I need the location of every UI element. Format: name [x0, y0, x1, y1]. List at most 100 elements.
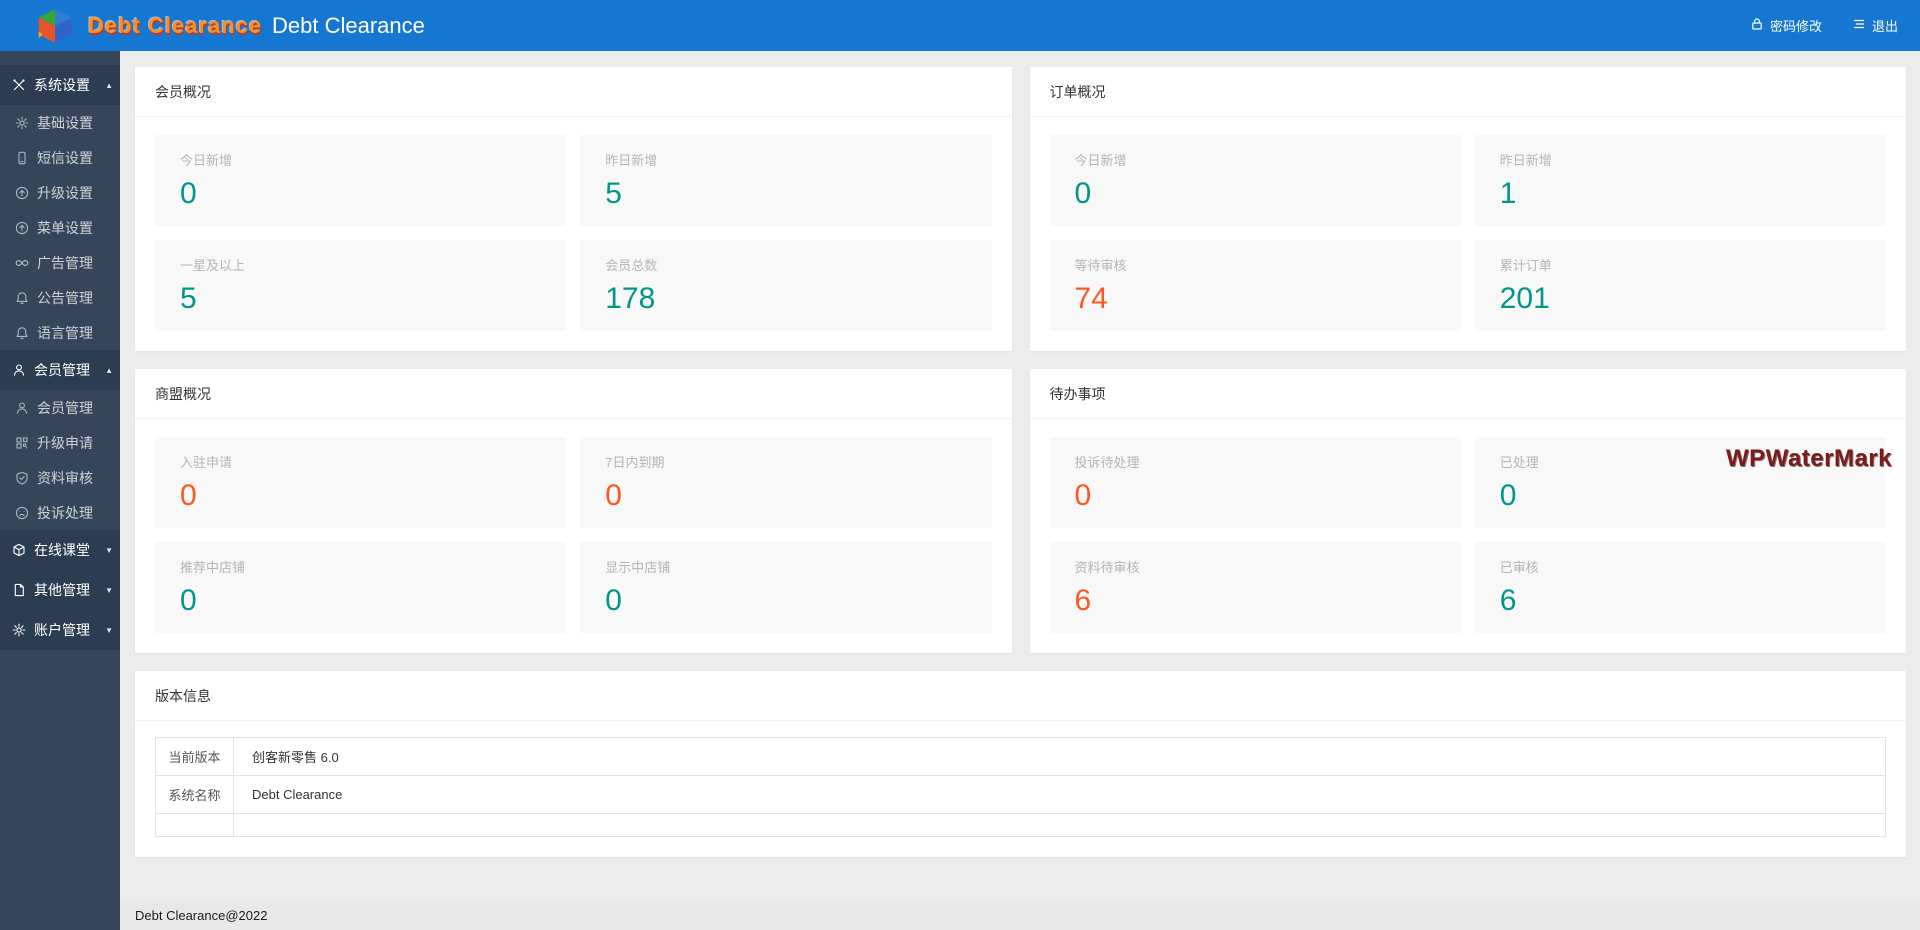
sidebar-item-profile-review[interactable]: 资料审核 [0, 460, 120, 495]
sidebar-item-ad-management[interactable]: 广告管理 [0, 245, 120, 280]
stat-tile: 推荐中店铺 0 [155, 542, 566, 633]
stat-value: 5 [180, 282, 541, 315]
sidebar-item-label: 资料审核 [37, 468, 93, 488]
grid-icon [15, 436, 29, 450]
sidebar-item-language-management[interactable]: 语言管理 [0, 315, 120, 350]
stat-value: 178 [605, 282, 966, 315]
admin-dashboard-page: Debt Clearance Debt Clearance 密码修改 退出 系统… [0, 0, 1920, 930]
stat-value: 0 [180, 479, 541, 512]
card-title: 版本信息 [135, 671, 1906, 721]
sidebar-item-menu-settings[interactable]: 菜单设置 [0, 210, 120, 245]
change-password-button[interactable]: 密码修改 [1750, 16, 1822, 35]
sidebar-item-label: 短信设置 [37, 148, 93, 168]
arrow-up-circle-icon [15, 221, 29, 235]
version-row-value [234, 814, 1886, 837]
app-logo-cube-icon [36, 7, 74, 45]
overview-cards-row-1: 会员概况 今日新增 0 昨日新增 5 一星及以上 5 会员总 [135, 67, 1906, 351]
stat-label: 昨日新增 [605, 150, 966, 169]
stat-value: 0 [1075, 177, 1436, 210]
sidebar-item-upgrade-settings[interactable]: 升级设置 [0, 175, 120, 210]
sidebar-item-complaint-handling[interactable]: 投诉处理 [0, 495, 120, 530]
card-body: 今日新增 0 昨日新增 5 一星及以上 5 会员总数 178 [135, 117, 1012, 351]
stat-label: 入驻申请 [180, 452, 541, 471]
sidebar-item-label: 菜单设置 [37, 218, 93, 238]
stat-tile: 累计订单 201 [1475, 240, 1886, 331]
sidebar-item-announcement-management[interactable]: 公告管理 [0, 280, 120, 315]
sidebar-section-label: 会员管理 [34, 360, 90, 380]
stat-value: 0 [180, 177, 541, 210]
sidebar-item-basic-settings[interactable]: 基础设置 [0, 105, 120, 140]
version-table-wrapper: 当前版本 创客新零售 6.0 系统名称 Debt Clearance [135, 721, 1906, 857]
stat-value: 6 [1500, 584, 1861, 617]
sidebar-section-system-settings[interactable]: 系统设置 ▲ [0, 65, 120, 105]
footer: Debt Clearance@2022 [120, 900, 1920, 930]
sidebar-item-label: 公告管理 [37, 288, 93, 308]
stat-label: 今日新增 [1075, 150, 1436, 169]
lock-icon [1750, 17, 1764, 34]
stat-label: 投诉待处理 [1075, 452, 1436, 471]
sidebar-section-member-management[interactable]: 会员管理 ▲ [0, 350, 120, 390]
version-row-label: 当前版本 [156, 738, 234, 776]
overview-cards-row-2: 商盟概况 入驻申请 0 7日内到期 0 推荐中店铺 0 显示 [135, 369, 1906, 653]
version-table: 当前版本 创客新零售 6.0 系统名称 Debt Clearance [155, 737, 1886, 837]
stat-tile: 等待审核 74 [1050, 240, 1461, 331]
stat-tile: 7日内到期 0 [580, 437, 991, 528]
stat-value: 0 [605, 479, 966, 512]
sidebar-item-label: 基础设置 [37, 113, 93, 133]
tools-icon [12, 78, 26, 92]
stat-label: 会员总数 [605, 255, 966, 274]
stat-value: 5 [605, 177, 966, 210]
table-row: 当前版本 创客新零售 6.0 [156, 738, 1886, 776]
stat-value: 201 [1500, 282, 1861, 315]
gear-icon [12, 623, 26, 637]
card-title: 会员概况 [135, 67, 1012, 117]
sidebar-section-label: 系统设置 [34, 75, 90, 95]
stat-value: 6 [1075, 584, 1436, 617]
phone-icon [15, 151, 29, 165]
frown-icon [15, 506, 29, 520]
sidebar-item-label: 升级设置 [37, 183, 93, 203]
sidebar-item-label: 广告管理 [37, 253, 93, 273]
gear-icon [15, 116, 29, 130]
logo-area[interactable]: Debt Clearance [0, 7, 272, 45]
stat-label: 累计订单 [1500, 255, 1861, 274]
caret-down-icon: ▼ [105, 626, 113, 635]
sidebar-item-member-management[interactable]: 会员管理 [0, 390, 120, 425]
stat-tile: 昨日新增 1 [1475, 135, 1886, 226]
card-title: 商盟概况 [135, 369, 1012, 419]
version-row-label [156, 814, 234, 837]
arrow-up-circle-icon [15, 186, 29, 200]
caret-up-icon: ▲ [105, 81, 113, 90]
caret-down-icon: ▼ [105, 586, 113, 595]
infinity-icon [15, 256, 29, 270]
logout-button[interactable]: 退出 [1852, 16, 1898, 35]
version-row-label: 系统名称 [156, 776, 234, 814]
version-row-value: 创客新零售 6.0 [234, 738, 1886, 776]
stat-value: 0 [605, 584, 966, 617]
stat-label: 等待审核 [1075, 255, 1436, 274]
caret-up-icon: ▲ [105, 366, 113, 375]
stat-tile: 资料待审核 6 [1050, 542, 1461, 633]
footer-copyright: Debt Clearance@2022 [135, 908, 267, 923]
top-header: Debt Clearance Debt Clearance 密码修改 退出 [0, 0, 1920, 51]
shield-check-icon [15, 471, 29, 485]
stat-value: 74 [1075, 282, 1436, 315]
sidebar-section-other-management[interactable]: 其他管理 ▼ [0, 570, 120, 610]
card-body: 今日新增 0 昨日新增 1 等待审核 74 累计订单 201 [1030, 117, 1907, 351]
sidebar-section-label: 账户管理 [34, 620, 90, 640]
stat-tile: 显示中店铺 0 [580, 542, 991, 633]
stat-tile: 昨日新增 5 [580, 135, 991, 226]
sidebar-menu: 系统设置 ▲ 基础设置 短信设置 升级设置 菜单设置 广告管理 [0, 51, 120, 650]
logout-label: 退出 [1872, 16, 1898, 35]
version-row-value: Debt Clearance [234, 776, 1886, 814]
card-body: 入驻申请 0 7日内到期 0 推荐中店铺 0 显示中店铺 0 [135, 419, 1012, 653]
sidebar-section-online-classroom[interactable]: 在线课堂 ▼ [0, 530, 120, 570]
sidebar-section-account-management[interactable]: 账户管理 ▼ [0, 610, 120, 650]
sidebar-item-upgrade-application[interactable]: 升级申请 [0, 425, 120, 460]
caret-down-icon: ▼ [105, 546, 113, 555]
sidebar-item-sms-settings[interactable]: 短信设置 [0, 140, 120, 175]
card-title: 订单概况 [1030, 67, 1907, 117]
stat-value: 0 [1075, 479, 1436, 512]
stat-value: 0 [180, 584, 541, 617]
sidebar-item-label: 投诉处理 [37, 503, 93, 523]
